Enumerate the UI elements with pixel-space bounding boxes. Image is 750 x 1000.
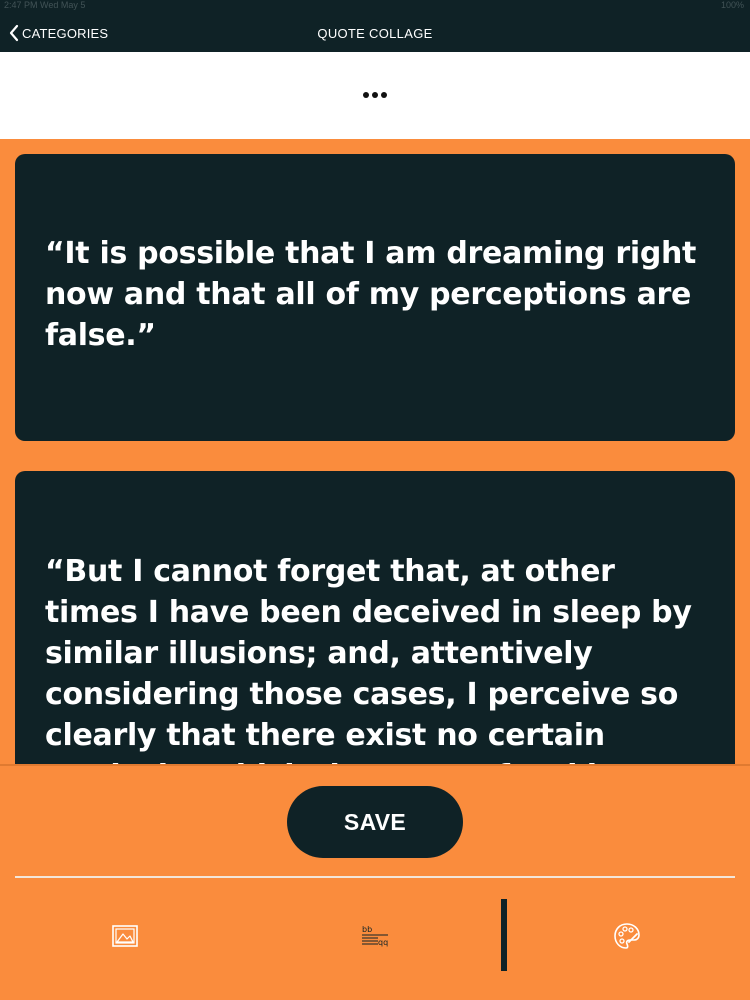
text-style-icon: bb qq (362, 925, 388, 947)
image-icon (112, 925, 138, 947)
quote-text: “But I cannot forget that, at other time… (45, 554, 692, 764)
quote-card[interactable]: “But I cannot forget that, at other time… (15, 471, 735, 764)
dot-icon (381, 92, 387, 98)
palette-button[interactable] (607, 916, 647, 956)
svg-text:bb: bb (362, 925, 372, 934)
status-bar: 2:47 PM Wed May 5 100% (0, 0, 750, 12)
bottom-panel: SAVE bb qq (0, 764, 750, 1000)
status-time: 2:47 PM Wed May 5 (4, 0, 86, 10)
dot-icon (363, 92, 369, 98)
text-cursor (501, 899, 507, 971)
quote-text: “It is possible that I am dreaming right… (45, 236, 697, 353)
text-style-button[interactable]: bb qq (355, 916, 395, 956)
navigation-bar: 2:47 PM Wed May 5 100% CATEGORIES QUOTE … (0, 0, 750, 52)
page-title: QUOTE COLLAGE (317, 26, 433, 41)
save-button[interactable]: SAVE (287, 786, 463, 858)
battery-status: 100% (720, 0, 744, 10)
dot-icon (372, 92, 378, 98)
image-button[interactable] (105, 916, 145, 956)
quote-list[interactable]: “It is possible that I am dreaming right… (0, 139, 750, 764)
svg-text:qq: qq (378, 938, 388, 947)
divider (15, 876, 735, 878)
palette-icon (614, 923, 640, 949)
quote-card[interactable]: “It is possible that I am dreaming right… (15, 154, 735, 441)
more-options-button[interactable] (355, 84, 395, 106)
